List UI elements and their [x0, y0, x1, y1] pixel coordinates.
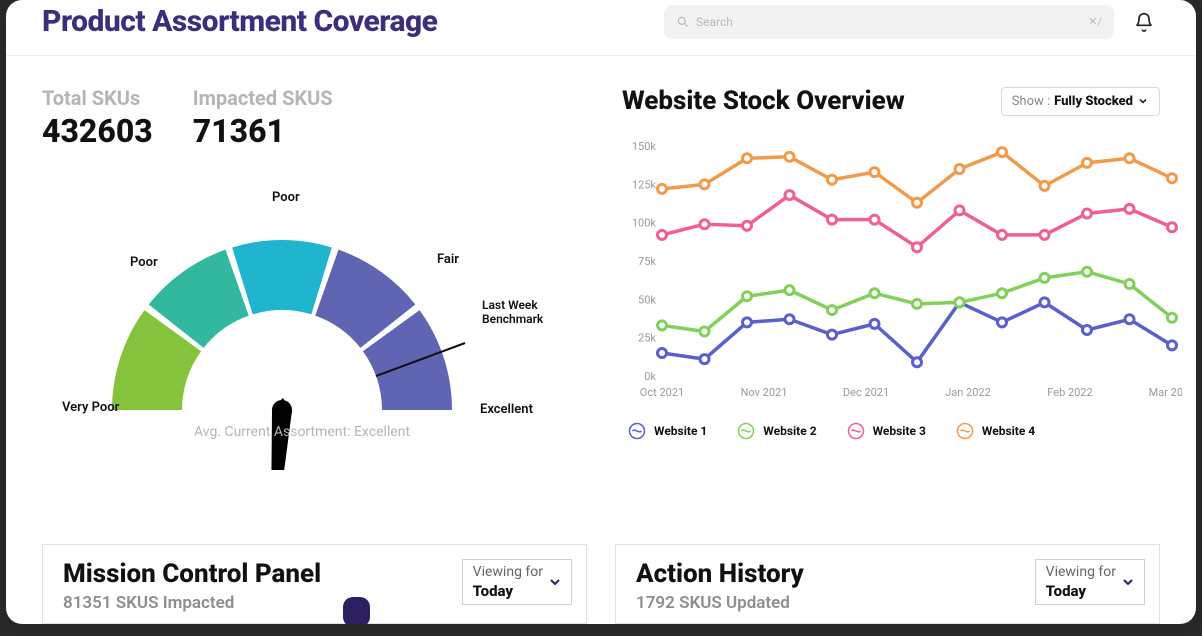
action-history-panel: Action History 1792 SKUS Updated Viewing… [615, 544, 1160, 624]
bell-icon [1134, 12, 1154, 32]
search-placeholder: Search [696, 15, 733, 29]
page-title: Product Assortment Coverage [42, 4, 437, 39]
line-chart: 0k 25k 50k 75k 100k 125k 150k Oct 2021 Nov 2021 D… [622, 136, 1182, 406]
stock-overview-title: Website Stock Overview [622, 86, 905, 116]
search-input[interactable]: Search ✕/ [664, 5, 1114, 39]
stock-overview-header: Website Stock Overview Show : Fully Stoc… [622, 86, 1160, 116]
viewing-label: Viewing for [473, 564, 543, 580]
chart-legend: Website 1 Website 2 Website 3 Website 4 [622, 422, 1160, 440]
viewing-value: Today [1046, 582, 1116, 600]
metric-total-skus: Total SKUs 432603 [42, 86, 153, 150]
gauge-label-fair: Fair [437, 252, 459, 267]
chevron-down-icon [1137, 95, 1149, 107]
svg-text:125k: 125k [632, 178, 657, 191]
bottom-panels: Mission Control Panel 81351 SKUS Impacte… [6, 544, 1196, 624]
gauge-label-poor-2: Poor [272, 190, 300, 205]
chevron-down-icon [1120, 574, 1136, 590]
gauge-panel: Total SKUs 432603 Impacted SKUS 71361 [42, 86, 582, 470]
metric-value: 71361 [193, 112, 333, 150]
legend-swatch-icon [737, 422, 755, 440]
gauge-chart: Very Poor Poor Poor Fair Excellent Last … [42, 170, 562, 470]
viewing-for-select[interactable]: Viewing for Today [462, 559, 572, 605]
show-filter-select[interactable]: Show : Fully Stocked [1001, 87, 1160, 116]
viewing-label: Viewing for [1046, 564, 1116, 580]
tooltip-bubble [343, 597, 370, 624]
show-value: Fully Stocked [1054, 94, 1133, 109]
svg-text:50k: 50k [638, 293, 656, 306]
legend-item-website-4[interactable]: Website 4 [956, 422, 1035, 440]
gauge-caption: Avg. Current Assortment: Excellent [194, 424, 410, 440]
gauge-label-very-poor: Very Poor [62, 400, 119, 415]
mission-control-panel: Mission Control Panel 81351 SKUS Impacte… [42, 544, 587, 624]
metric-value: 432603 [42, 112, 153, 150]
header-bar: Product Assortment Coverage Search ✕/ [6, 0, 1196, 56]
notifications-button[interactable] [1128, 6, 1160, 38]
search-icon [676, 15, 690, 29]
svg-text:100k: 100k [632, 217, 657, 230]
legend-label: Website 1 [654, 424, 707, 438]
metric-label: Impacted SKUS [193, 86, 333, 110]
svg-text:Mar 2022: Mar 2022 [1149, 386, 1182, 399]
svg-text:0k: 0k [644, 370, 656, 383]
gauge-label-excellent: Excellent [480, 402, 533, 417]
svg-text:Dec 2021: Dec 2021 [843, 386, 889, 399]
stock-overview-panel: Website Stock Overview Show : Fully Stoc… [622, 86, 1160, 470]
viewing-for-select[interactable]: Viewing for Today [1035, 559, 1145, 605]
chevron-down-icon [547, 574, 563, 590]
legend-swatch-icon [847, 422, 865, 440]
viewing-value: Today [473, 582, 543, 600]
gauge-benchmark-label: Last Week Benchmark [482, 298, 562, 326]
svg-text:Nov 2021: Nov 2021 [741, 386, 788, 399]
svg-text:Feb 2022: Feb 2022 [1047, 386, 1092, 399]
legend-item-website-1[interactable]: Website 1 [628, 422, 707, 440]
svg-text:Jan 2022: Jan 2022 [945, 386, 991, 399]
svg-text:Oct 2021: Oct 2021 [640, 386, 684, 399]
gauge-label-poor-1: Poor [130, 255, 158, 270]
svg-text:25k: 25k [638, 332, 656, 345]
metric-label: Total SKUs [42, 86, 153, 110]
svg-text:75k: 75k [638, 255, 656, 268]
dashboard-card: Product Assortment Coverage Search ✕/ To… [6, 0, 1196, 624]
legend-swatch-icon [628, 422, 646, 440]
svg-text:150k: 150k [632, 140, 657, 153]
legend-item-website-3[interactable]: Website 3 [847, 422, 926, 440]
legend-label: Website 4 [982, 424, 1035, 438]
legend-swatch-icon [956, 422, 974, 440]
show-label: Show : [1012, 94, 1050, 109]
metric-impacted-skus: Impacted SKUS 71361 [193, 86, 333, 150]
search-clear[interactable]: ✕/ [1088, 15, 1102, 28]
main-content: Total SKUs 432603 Impacted SKUS 71361 [6, 56, 1196, 470]
legend-label: Website 3 [873, 424, 926, 438]
legend-item-website-2[interactable]: Website 2 [737, 422, 816, 440]
legend-label: Website 2 [763, 424, 816, 438]
metrics-row: Total SKUs 432603 Impacted SKUS 71361 [42, 86, 582, 150]
